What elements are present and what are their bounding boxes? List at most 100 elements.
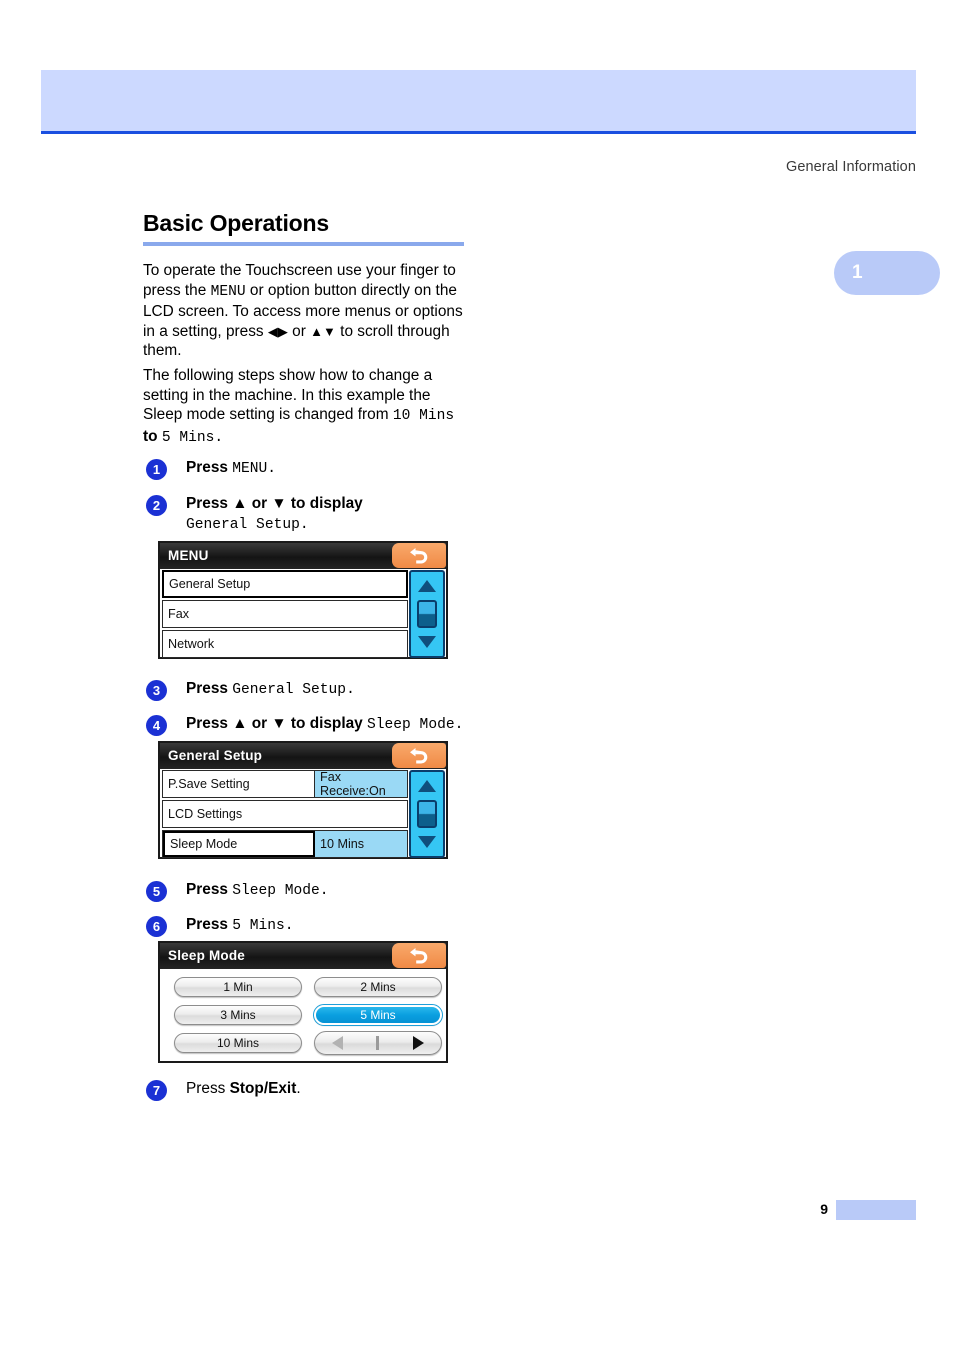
back-arrow-icon[interactable] <box>392 743 446 768</box>
example-text-end: . <box>214 429 224 446</box>
sleep-option-3-mins[interactable]: 3 Mins <box>174 1005 302 1025</box>
lcd-menu-row-label: Fax <box>168 607 189 621</box>
lcd-menu-row-label: Network <box>168 637 215 651</box>
scrollbar-thumb[interactable] <box>417 600 437 628</box>
lcd-general-setup-titlebar: General Setup <box>160 743 446 769</box>
step-6-text: Press 5 Mins. <box>186 915 476 937</box>
step-7-bold: Stop/Exit <box>229 1080 297 1097</box>
lcd-gs-row-lcd-settings[interactable]: LCD Settings <box>162 800 408 828</box>
step-2-tail: . <box>299 516 309 533</box>
page-number: 9 <box>820 1201 828 1217</box>
step-6-lead: Press <box>186 916 233 933</box>
chapter-tab-number: 1 <box>852 262 863 283</box>
step-5-mono: Sleep Mode <box>232 883 320 899</box>
step-2-text: Press ▲ or ▼ to display General Setup. <box>186 494 476 535</box>
step-6: 6 Press 5 Mins. <box>146 915 476 937</box>
triangle-down-icon[interactable] <box>414 831 440 853</box>
footer-bar <box>836 1200 916 1220</box>
page-title: Basic Operations <box>143 210 329 236</box>
step-4-text: Press ▲ or ▼ to display Sleep Mode. <box>186 714 476 736</box>
lcd-sleep-mode-titlebar: Sleep Mode <box>160 943 446 969</box>
lcd-menu-titlebar: MENU <box>160 543 446 569</box>
chapter-tab: 1 <box>834 251 940 295</box>
lcd-sleep-mode-title: Sleep Mode <box>168 948 246 963</box>
example-paragraph: The following steps show how to change a… <box>143 366 471 448</box>
sleep-option-5-mins[interactable]: 5 Mins <box>313 1004 443 1026</box>
sleep-mode-pager[interactable] <box>314 1031 442 1055</box>
lcd-screenshot-general-setup: General Setup P.Save Setting Fax Receive… <box>158 741 448 859</box>
back-arrow-icon[interactable] <box>392 543 446 568</box>
pager-tick <box>376 1036 380 1050</box>
section-title-rule <box>143 242 464 246</box>
step-1-text: Press MENU. <box>186 458 476 480</box>
lcd-gs-row-sleep-mode[interactable]: Sleep Mode 10 Mins <box>162 830 408 858</box>
triangle-up-icon[interactable] <box>414 775 440 797</box>
step-3-tail: . <box>346 682 355 698</box>
step-number-4: 4 <box>146 715 167 736</box>
lcd-screenshot-sleep-mode: Sleep Mode 1 Min 2 Mins 3 Mins 5 Mins 10… <box>158 941 448 1063</box>
step-7-tail: . <box>296 1080 301 1097</box>
step-4-lead: Press ▲ or ▼ to display <box>186 715 368 732</box>
lcd-menu-row-network[interactable]: Network <box>162 630 408 658</box>
from-value: 10 Mins <box>392 408 455 425</box>
step-1: 1 Press MENU. <box>146 458 476 480</box>
lcd-gs-row-label: LCD Settings <box>168 807 243 821</box>
step-3: 3 Press General Setup. <box>146 679 476 701</box>
up-down-arrows-icon: ▲▼ <box>310 323 336 339</box>
scrollbar-thumb[interactable] <box>417 800 437 828</box>
step-6-mono: 5 Mins <box>232 918 285 934</box>
step-number-7: 7 <box>146 1080 167 1101</box>
lcd-menu-scrollbar[interactable] <box>409 570 445 658</box>
example-text-to: to <box>143 427 162 445</box>
lcd-gs-row-value: 10 Mins <box>315 831 407 857</box>
step-3-mono: General Setup <box>232 682 347 698</box>
back-arrow-icon[interactable] <box>392 943 446 968</box>
arrow-right-icon[interactable] <box>413 1036 425 1050</box>
lcd-screenshot-menu: MENU General Setup Fax Network <box>158 541 448 659</box>
sleep-option-10-mins[interactable]: 10 Mins <box>174 1033 302 1053</box>
lcd-general-setup-scrollbar[interactable] <box>409 770 445 858</box>
step-5: 5 Press Sleep Mode. <box>146 880 476 902</box>
lcd-menu-body: General Setup Fax Network <box>160 569 446 658</box>
step-5-tail: . <box>319 883 329 899</box>
step-1-tail: . <box>267 461 277 477</box>
intro-text-3: or <box>287 322 311 340</box>
step-4-mono: Sleep Mode <box>367 717 455 733</box>
menu-keyword: MENU <box>210 283 246 300</box>
step-number-3: 3 <box>146 680 167 701</box>
step-number-2: 2 <box>146 495 167 516</box>
lcd-menu-title: MENU <box>168 548 209 563</box>
step-2: 2 Press ▲ or ▼ to display General Setup. <box>146 494 476 535</box>
lcd-menu-row-label: General Setup <box>169 577 251 591</box>
page-header-rule <box>41 131 916 134</box>
step-5-lead: Press <box>186 881 233 898</box>
step-5-text: Press Sleep Mode. <box>186 880 476 902</box>
step-1-lead: Press <box>186 459 233 476</box>
step-2-lead: Press ▲ or ▼ to display <box>186 495 363 512</box>
arrow-left-icon[interactable] <box>331 1036 343 1050</box>
triangle-down-icon[interactable] <box>414 631 440 653</box>
step-number-5: 5 <box>146 881 167 902</box>
step-6-tail: . <box>284 918 294 934</box>
lcd-general-setup-title: General Setup <box>168 748 263 763</box>
lcd-menu-row-general-setup[interactable]: General Setup <box>162 570 408 598</box>
step-4-tail: . <box>454 717 464 733</box>
lcd-menu-row-fax[interactable]: Fax <box>162 600 408 628</box>
lcd-general-setup-body: P.Save Setting Fax Receive:On LCD Settin… <box>160 769 446 858</box>
lcd-sleep-mode-body: 1 Min 2 Mins 3 Mins 5 Mins 10 Mins <box>160 969 446 1061</box>
step-4: 4 Press ▲ or ▼ to display Sleep Mode. <box>146 714 476 736</box>
lcd-gs-row-value: Fax Receive:On <box>315 770 407 798</box>
step-7-lead: Press <box>186 1080 230 1097</box>
step-1-mono: MENU <box>232 461 268 477</box>
step-number-1: 1 <box>146 459 167 480</box>
step-7-text: Press Stop/Exit. <box>186 1079 476 1099</box>
left-right-arrows-icon: ◀▶ <box>267 323 288 339</box>
step-7: 7 Press Stop/Exit. <box>146 1079 476 1101</box>
triangle-up-icon[interactable] <box>414 575 440 597</box>
intro-paragraph: To operate the Touchscreen use your fing… <box>143 261 471 361</box>
sleep-option-2-mins[interactable]: 2 Mins <box>314 977 442 997</box>
step-3-text: Press General Setup. <box>186 679 476 701</box>
lcd-gs-row-psave-setting[interactable]: P.Save Setting Fax Receive:On <box>162 770 408 798</box>
sleep-option-1-min[interactable]: 1 Min <box>174 977 302 997</box>
running-head: General Information <box>785 159 916 175</box>
